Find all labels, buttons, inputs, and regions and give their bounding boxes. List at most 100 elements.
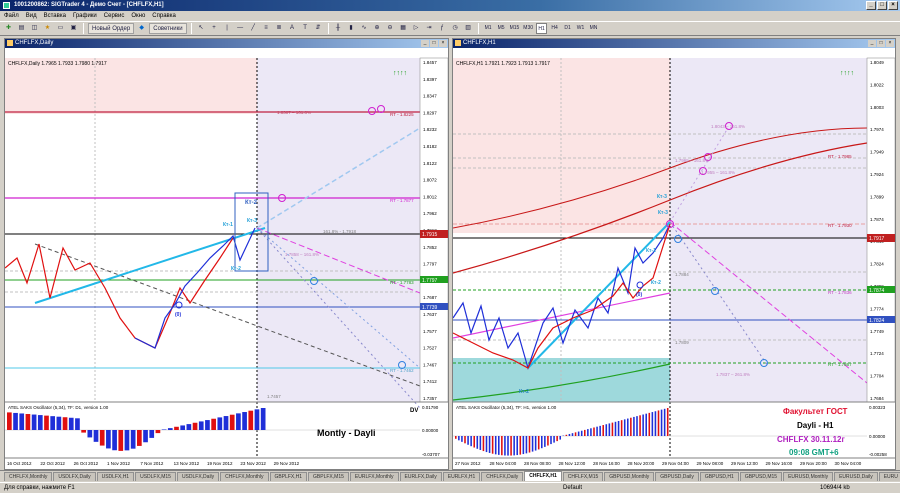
text-icon[interactable]: A <box>287 23 298 34</box>
oscillator-bar <box>633 416 635 436</box>
chart-tab[interactable]: GBPUSD,Daily <box>655 472 699 481</box>
chart-tab[interactable]: USDLFX,H1 <box>96 472 135 481</box>
menu-charts[interactable]: Графики <box>73 13 97 19</box>
label-icon[interactable]: T <box>300 23 311 34</box>
tf-h1-button[interactable]: H1 <box>536 23 548 34</box>
arrows-icon[interactable]: ⇵ <box>313 23 324 34</box>
price-tick-label: 1.7637 <box>423 312 437 317</box>
terminal-icon[interactable]: ▭ <box>55 23 66 34</box>
chart-tab[interactable]: CHFLFX,H1 <box>524 471 562 481</box>
candle-chart-icon[interactable]: ▮ <box>346 23 357 34</box>
level-label: 1.7965 – 161.8% <box>675 158 709 163</box>
zoom-in-icon[interactable]: ⊕ <box>372 23 383 34</box>
oscillator-bar <box>531 436 534 452</box>
menu-help[interactable]: Справка <box>152 13 176 19</box>
h1-chart-canvas[interactable]: CHFLFX,H1 1.7921 1.7923 1.7913 1.7917 ↑↑… <box>453 48 895 469</box>
price-marker-label: 1.7824 <box>869 318 885 324</box>
tile-icon[interactable]: ▦ <box>398 23 409 34</box>
oscillator-bar <box>7 412 12 430</box>
status-profile[interactable]: Default <box>563 483 582 493</box>
crosshair-icon[interactable]: + <box>209 23 220 34</box>
maximize-icon[interactable]: □ <box>430 40 438 47</box>
fibo-icon[interactable]: ≣ <box>274 23 285 34</box>
bar-chart-icon[interactable]: ╫ <box>333 23 344 34</box>
close-icon[interactable]: × <box>886 40 894 47</box>
market-watch-icon[interactable]: ◫ <box>29 23 40 34</box>
meta-editor-icon[interactable]: ◆ <box>136 23 147 34</box>
templates-icon[interactable]: ▥ <box>463 23 474 34</box>
horizontal-line-icon[interactable]: — <box>235 23 246 34</box>
wave-label: Кт-1 <box>646 248 656 254</box>
oscillator-scale: -0.00258 <box>869 452 887 457</box>
tf-d1-button[interactable]: D1 <box>562 23 573 34</box>
oscillator-bar <box>62 417 68 430</box>
chart-tab[interactable]: GBPUSD,Monthly <box>604 472 655 481</box>
chart-tab[interactable]: EURUSD,Monthly <box>783 472 834 481</box>
chart-tab[interactable]: USDLFX,Daily <box>53 472 96 481</box>
menu-window[interactable]: Окно <box>131 13 145 19</box>
chart-tab[interactable]: CHFLFX,Daily <box>481 472 524 481</box>
chart-tab[interactable]: GBPLFX,H1 <box>269 472 308 481</box>
periods-icon[interactable]: ◷ <box>450 23 461 34</box>
menu-file[interactable]: Файл <box>4 13 19 19</box>
zoom-out-icon[interactable]: ⊖ <box>385 23 396 34</box>
chart-tab[interactable]: GBPUSD,H1 <box>699 472 739 481</box>
chart-tab[interactable]: USDLFX,M15 <box>135 472 176 481</box>
oscillator-bar <box>186 424 192 430</box>
maximize-icon[interactable]: □ <box>877 1 887 10</box>
maximize-icon[interactable]: □ <box>877 40 885 47</box>
tester-icon[interactable]: ▣ <box>68 23 79 34</box>
tf-m30-button[interactable]: M30 <box>522 23 534 34</box>
experts-button[interactable]: Советники <box>149 23 187 34</box>
chart-tab[interactable]: CHFLFX,M15 <box>562 472 604 481</box>
tf-m15-button[interactable]: M15 <box>509 23 521 34</box>
oscillator-bar <box>605 424 608 436</box>
chart-tab[interactable]: CHFLFX,Monthly <box>220 472 269 481</box>
line-chart-icon[interactable]: ∿ <box>359 23 370 34</box>
tf-m1-button[interactable]: M1 <box>483 23 494 34</box>
new-order-button[interactable]: Новый Ордер <box>88 23 135 34</box>
chart-tab[interactable]: EURLFX,H1 <box>442 472 481 481</box>
minimize-icon[interactable]: _ <box>868 40 876 47</box>
time-tick-label: 28 Nov 12:00 <box>559 461 586 466</box>
chart-window-h1[interactable]: CHFLFX,H1 _ □ × CHFLFX,H1 1.7921 1.7923 … <box>452 38 896 470</box>
profiles-icon[interactable]: ▤ <box>16 23 27 34</box>
trendline-icon[interactable]: ╱ <box>248 23 259 34</box>
vertical-line-icon[interactable]: | <box>222 23 233 34</box>
close-icon[interactable]: × <box>439 40 447 47</box>
chart-window-titlebar[interactable]: CHFLFX,H1 _ □ × <box>453 39 895 48</box>
tf-m5-button[interactable]: M5 <box>496 23 507 34</box>
time-tick-label: 23 Nov 2012 <box>240 461 266 466</box>
close-icon[interactable]: × <box>888 1 898 10</box>
chart-tab[interactable]: EURUSD,Daily <box>834 472 878 481</box>
menu-insert[interactable]: Вставка <box>44 13 66 19</box>
oscillator-bar <box>248 410 254 430</box>
tf-w1-button[interactable]: W1 <box>575 23 586 34</box>
price-tick-label: 1.7797 <box>423 262 437 267</box>
price-marker-label: 1.7739 <box>422 305 438 311</box>
chart-tab[interactable]: EURU <box>878 472 900 481</box>
chart-window-daily[interactable]: CHFLFX,Daily _ □ × CHFLFX,Daily 1.7965 1… <box>4 38 449 470</box>
chart-window-titlebar[interactable]: CHFLFX,Daily _ □ × <box>5 39 448 48</box>
cursor-icon[interactable]: ↖ <box>196 23 207 34</box>
minimize-icon[interactable]: _ <box>866 1 876 10</box>
channel-icon[interactable]: ≡ <box>261 23 272 34</box>
chart-tab[interactable]: EURLFX,Daily <box>399 472 442 481</box>
navigator-icon[interactable]: ★ <box>42 23 53 34</box>
new-chart-icon[interactable]: ✚ <box>3 23 14 34</box>
tf-mn-button[interactable]: MN <box>588 23 599 34</box>
daily-chart-canvas[interactable]: CHFLFX,Daily 1.7965 1.7933 1.7980 1.7917… <box>5 48 448 469</box>
autoscroll-icon[interactable]: ▷ <box>411 23 422 34</box>
menu-view[interactable]: Вид <box>26 13 37 19</box>
chart-tab[interactable]: CHFLFX,Monthly <box>4 472 53 481</box>
minimize-icon[interactable]: _ <box>421 40 429 47</box>
oscillator-bar <box>599 425 601 436</box>
chart-tab[interactable]: EURLFX,Monthly <box>349 472 399 481</box>
chart-tab[interactable]: USDLFX,Daily <box>176 472 220 481</box>
chart-shift-icon[interactable]: ⇥ <box>424 23 435 34</box>
indicators-icon[interactable]: ƒ <box>437 23 448 34</box>
chart-tab[interactable]: GBPLFX,M15 <box>308 472 349 481</box>
chart-tab[interactable]: GBPUSD,M15 <box>739 472 783 481</box>
menu-tools[interactable]: Сервис <box>104 13 125 19</box>
tf-h4-button[interactable]: H4 <box>549 23 560 34</box>
